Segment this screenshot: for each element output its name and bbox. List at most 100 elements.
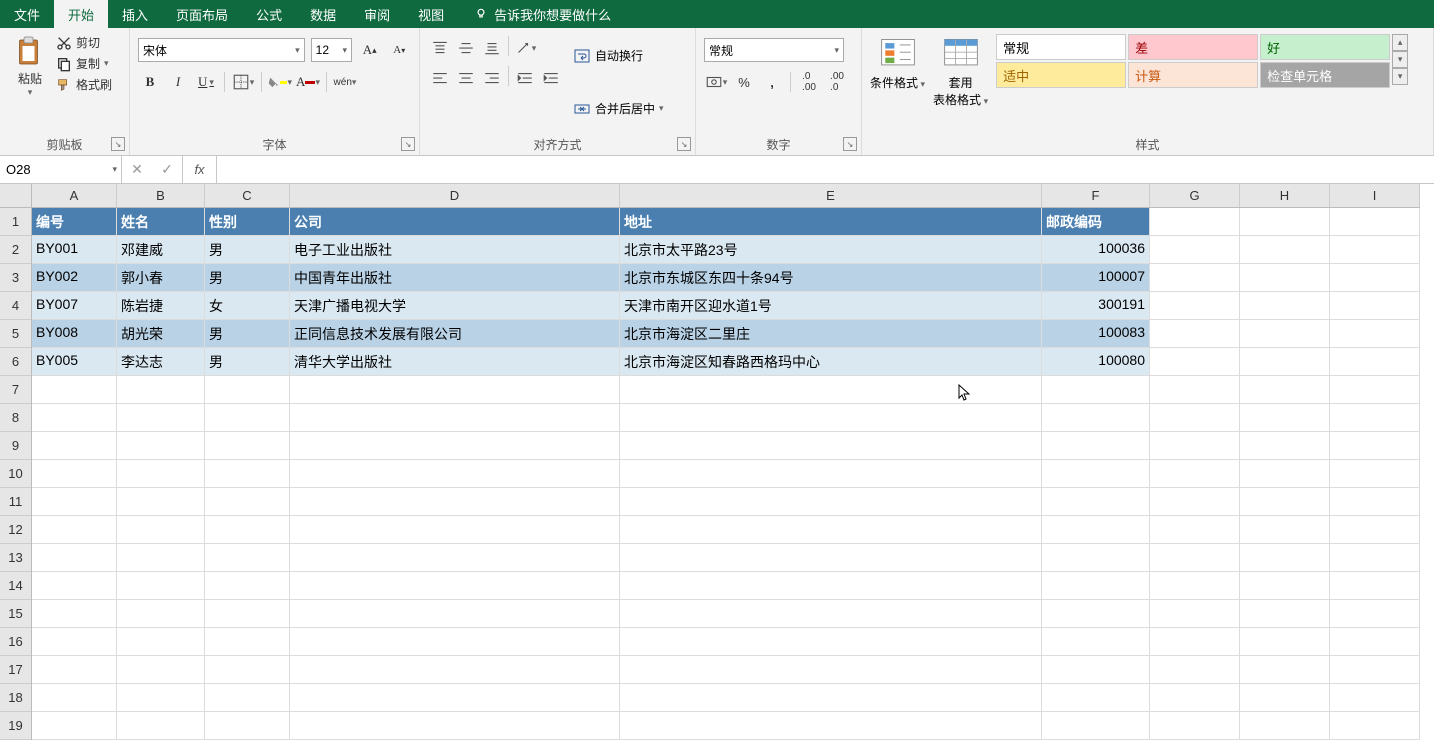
row-header-8[interactable]: 8 [0, 404, 31, 432]
cell[interactable] [1150, 236, 1240, 264]
row-header-11[interactable]: 11 [0, 488, 31, 516]
style-calc[interactable]: 计算 [1128, 62, 1258, 88]
cell[interactable]: BY002 [32, 264, 117, 292]
cell[interactable] [1240, 264, 1330, 292]
cell[interactable] [117, 600, 205, 628]
row-header-7[interactable]: 7 [0, 376, 31, 404]
cell[interactable] [1330, 600, 1420, 628]
cell[interactable]: 100007 [1042, 264, 1150, 292]
row-header-9[interactable]: 9 [0, 432, 31, 460]
cell[interactable] [205, 544, 290, 572]
cell[interactable] [1042, 544, 1150, 572]
cell[interactable]: BY008 [32, 320, 117, 348]
style-normal[interactable]: 常规 [996, 34, 1126, 60]
cell[interactable] [1150, 516, 1240, 544]
cell[interactable] [620, 404, 1042, 432]
cell[interactable] [1150, 292, 1240, 320]
cell[interactable] [1240, 432, 1330, 460]
cell[interactable] [1150, 376, 1240, 404]
format-as-table-button[interactable]: 套用 表格格式 ▾ [933, 34, 988, 108]
currency-button[interactable]: ▾ [704, 70, 728, 94]
cell[interactable] [1330, 292, 1420, 320]
cell[interactable] [290, 404, 620, 432]
col-header-H[interactable]: H [1240, 184, 1330, 207]
cell[interactable] [1330, 572, 1420, 600]
cell[interactable] [1240, 460, 1330, 488]
cell[interactable] [117, 684, 205, 712]
cell[interactable] [32, 712, 117, 740]
style-scroll-down[interactable]: ▾ [1392, 51, 1408, 68]
cell[interactable] [290, 376, 620, 404]
cell[interactable] [620, 460, 1042, 488]
cell[interactable] [1150, 432, 1240, 460]
cell[interactable] [1240, 208, 1330, 236]
row-header-13[interactable]: 13 [0, 544, 31, 572]
align-left-button[interactable] [428, 66, 452, 90]
phonetic-button[interactable]: wén▾ [333, 70, 357, 94]
cell[interactable] [32, 460, 117, 488]
cell[interactable] [1330, 460, 1420, 488]
increase-font-button[interactable]: A▴ [358, 38, 382, 62]
cell[interactable] [1330, 488, 1420, 516]
style-check[interactable]: 检查单元格 [1260, 62, 1390, 88]
cell[interactable]: 公司 [290, 208, 620, 236]
paste-button[interactable]: 粘贴 ▾ [12, 34, 48, 98]
underline-button[interactable]: U▾ [194, 70, 218, 94]
cell[interactable] [1150, 320, 1240, 348]
cell[interactable] [1240, 712, 1330, 740]
cell[interactable] [1150, 656, 1240, 684]
cell[interactable] [290, 488, 620, 516]
cell[interactable] [290, 600, 620, 628]
border-button[interactable]: ▾ [231, 70, 255, 94]
cell[interactable] [1330, 404, 1420, 432]
cell[interactable] [620, 376, 1042, 404]
cell[interactable] [1240, 600, 1330, 628]
cell[interactable] [1150, 488, 1240, 516]
cell[interactable]: 性别 [205, 208, 290, 236]
cell[interactable]: 李达志 [117, 348, 205, 376]
cell[interactable] [620, 432, 1042, 460]
cell[interactable] [32, 572, 117, 600]
tab-review[interactable]: 审阅 [350, 0, 404, 28]
font-name-combo[interactable]: 宋体▾ [138, 38, 305, 62]
cell[interactable] [1330, 320, 1420, 348]
cell[interactable] [1042, 460, 1150, 488]
cell[interactable] [1240, 684, 1330, 712]
dialog-launcher-align[interactable] [677, 137, 691, 151]
cell[interactable] [117, 460, 205, 488]
cell[interactable] [117, 404, 205, 432]
cell[interactable] [1042, 572, 1150, 600]
copy-button[interactable]: 复制▾ [56, 55, 112, 72]
cell[interactable] [32, 600, 117, 628]
cell[interactable] [1150, 348, 1240, 376]
cell[interactable] [117, 544, 205, 572]
cell[interactable]: 电子工业出版社 [290, 236, 620, 264]
cell[interactable] [1330, 432, 1420, 460]
tab-file[interactable]: 文件 [0, 0, 54, 28]
merge-center-button[interactable]: 合并后居中▾ [571, 98, 666, 120]
cell[interactable] [205, 376, 290, 404]
cell[interactable] [1042, 600, 1150, 628]
cell[interactable]: 郭小春 [117, 264, 205, 292]
style-bad[interactable]: 差 [1128, 34, 1258, 60]
cell[interactable] [620, 656, 1042, 684]
percent-button[interactable]: % [732, 70, 756, 94]
col-header-F[interactable]: F [1042, 184, 1150, 207]
cell[interactable]: 男 [205, 236, 290, 264]
cell[interactable]: 天津市南开区迎水道1号 [620, 292, 1042, 320]
cell[interactable] [1150, 208, 1240, 236]
cell[interactable]: 邮政编码 [1042, 208, 1150, 236]
cell[interactable]: BY007 [32, 292, 117, 320]
cell[interactable] [1240, 404, 1330, 432]
cell[interactable] [1150, 684, 1240, 712]
style-good[interactable]: 好 [1260, 34, 1390, 60]
col-header-E[interactable]: E [620, 184, 1042, 207]
cell[interactable] [1330, 628, 1420, 656]
dialog-launcher-number[interactable] [843, 137, 857, 151]
row-header-4[interactable]: 4 [0, 292, 31, 320]
row-header-18[interactable]: 18 [0, 684, 31, 712]
cell[interactable] [205, 600, 290, 628]
cell[interactable] [32, 628, 117, 656]
cell[interactable] [117, 628, 205, 656]
col-header-G[interactable]: G [1150, 184, 1240, 207]
